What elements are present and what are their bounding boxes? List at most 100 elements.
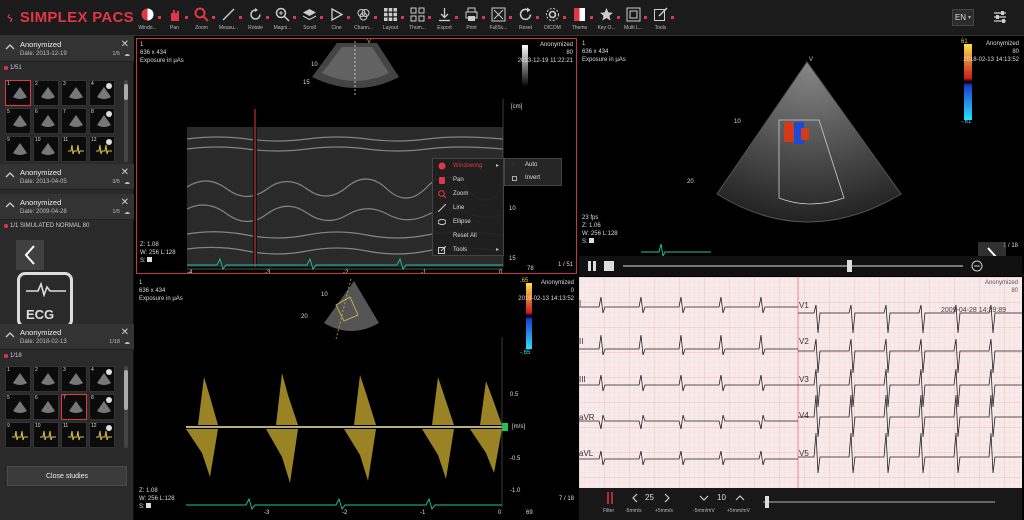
- scrollbar-thumb[interactable]: [124, 370, 128, 410]
- toolbar-button-tools[interactable]: Tools: [647, 2, 674, 36]
- ecg-scroll-handle[interactable]: [765, 496, 769, 508]
- sync-checkbox[interactable]: [589, 238, 595, 243]
- chevron-up-icon[interactable]: [5, 170, 15, 180]
- study-item[interactable]: Anonymized Date: 2013-04-05 ✕ 3/5 ☁: [0, 164, 134, 190]
- menu-item-reset-all[interactable]: Reset All: [433, 229, 503, 243]
- ecg-scroll-track[interactable]: [763, 501, 995, 503]
- series-thumbnail[interactable]: 2: [33, 80, 59, 106]
- series-thumbnail[interactable]: 9: [5, 136, 31, 162]
- play-icon[interactable]: [106, 425, 112, 431]
- language-select[interactable]: EN ▾: [952, 9, 974, 26]
- toolbar-button-export[interactable]: Export: [431, 2, 458, 36]
- submenu-item-auto[interactable]: Auto: [505, 159, 561, 172]
- series-thumbnail[interactable]: 2: [33, 366, 59, 392]
- toolbar-button-magnifier[interactable]: Magni...: [269, 2, 296, 36]
- thumbnail-scrollbar[interactable]: [124, 80, 128, 162]
- close-studies-button[interactable]: Close studies: [7, 466, 127, 486]
- toolbar-button-star[interactable]: Key O...: [593, 2, 620, 36]
- toolbar-button-reset[interactable]: Reset: [512, 2, 539, 36]
- series-thumbnail[interactable]: 7: [61, 394, 87, 420]
- close-icon[interactable]: ✕: [121, 327, 129, 338]
- series-thumbnail[interactable]: 3: [61, 80, 87, 106]
- study-header[interactable]: Anonymized Date: 2013-04-05 ✕ 3/5 ☁: [0, 164, 134, 190]
- chevron-up-icon[interactable]: [5, 42, 15, 52]
- study-item[interactable]: Anonymized Date: 2013-12-19 ✕ 1/5 ☁ 1/51: [0, 36, 134, 74]
- thumbnail-scrollbar[interactable]: [124, 366, 128, 448]
- series-thumbnail[interactable]: 6: [33, 394, 59, 420]
- toolbar-button-pan[interactable]: Pan: [161, 2, 188, 36]
- chevron-up-icon[interactable]: [5, 330, 15, 340]
- play-icon[interactable]: [106, 111, 112, 117]
- toolbar-button-thumbnails[interactable]: Thum...: [404, 2, 431, 36]
- menu-item-pan[interactable]: Pan: [433, 173, 503, 187]
- previous-arrow[interactable]: [16, 240, 44, 270]
- stop-icon[interactable]: [604, 261, 614, 271]
- study-header[interactable]: Anonymized Date: 2018-02-13 ✕ 1/18 ☁: [0, 324, 134, 350]
- study-item[interactable]: Anonymized Date: 2018-02-13 ✕ 1/18 ☁ 1/1…: [0, 324, 134, 362]
- ecg-thumbnail[interactable]: ECG: [17, 272, 73, 328]
- viewport-color-doppler[interactable]: 1 636 x 434 Exposure in µAs Anonymized 80 20…: [579, 38, 1022, 274]
- toolbar-button-print[interactable]: Print: [458, 2, 485, 36]
- play-icon[interactable]: [106, 139, 112, 145]
- menu-item-ellipse[interactable]: Ellipse: [433, 215, 503, 229]
- play-icon[interactable]: [106, 397, 112, 403]
- chevron-left-icon[interactable]: [631, 493, 639, 503]
- chevron-up-icon[interactable]: [5, 200, 15, 210]
- toolbar-button-zoom[interactable]: Zoom: [188, 2, 215, 36]
- settings-sliders-icon[interactable]: [992, 9, 1008, 25]
- close-icon[interactable]: ✕: [121, 167, 129, 178]
- series-thumbnail[interactable]: 3: [61, 366, 87, 392]
- pause-icon[interactable]: [587, 261, 597, 271]
- series-thumbnail[interactable]: 5: [5, 394, 31, 420]
- series-thumbnail[interactable]: 7: [61, 108, 87, 134]
- play-icon[interactable]: [106, 369, 112, 375]
- series-thumbnail[interactable]: 6: [33, 108, 59, 134]
- series-thumbnail[interactable]: 12: [89, 422, 115, 448]
- toolbar-button-measure[interactable]: Measu...: [215, 2, 242, 36]
- study-header[interactable]: Anonymized Date: 2013-12-19 ✕ 1/5 ☁: [0, 36, 134, 62]
- study-item[interactable]: Anonymized Date: 2009-04-28 ✕ 1/5 ☁ 1/1 …: [0, 194, 134, 232]
- speed-icon[interactable]: [971, 260, 983, 272]
- series-thumbnail[interactable]: 10: [33, 136, 59, 162]
- toolbar-button-multi-layout[interactable]: Multi L...: [620, 2, 647, 36]
- toolbar-button-scroll[interactable]: Scroll: [296, 2, 323, 36]
- menu-item-windowing[interactable]: Windowing ▸: [433, 159, 503, 173]
- series-thumbnail[interactable]: 5: [5, 108, 31, 134]
- viewport-ecg[interactable]: Anonymized 80 2009-04-28 14:39:89 I II II…: [579, 277, 1022, 520]
- series-thumbnail[interactable]: 12: [89, 136, 115, 162]
- filter-icon[interactable]: [605, 492, 615, 504]
- cine-progress-handle[interactable]: [847, 260, 852, 272]
- toolbar-button-layout[interactable]: Layout: [377, 2, 404, 36]
- toolbar-button-fullscreen[interactable]: FullSc...: [485, 2, 512, 36]
- menu-item-line[interactable]: Line: [433, 201, 503, 215]
- series-thumbnail[interactable]: 8: [89, 108, 115, 134]
- series-thumbnail[interactable]: 4: [89, 366, 115, 392]
- series-thumbnail[interactable]: 1: [5, 366, 31, 392]
- series-thumbnail[interactable]: 4: [89, 80, 115, 106]
- sync-checkbox[interactable]: [146, 503, 152, 508]
- series-thumbnail[interactable]: 1: [5, 80, 31, 106]
- study-header[interactable]: Anonymized Date: 2009-04-28 ✕ 1/5 ☁: [0, 194, 134, 220]
- cine-progress-track[interactable]: [623, 265, 963, 267]
- chevron-right-icon[interactable]: [663, 493, 671, 503]
- checkbox-icon[interactable]: [512, 176, 517, 181]
- toolbar-button-dicom[interactable]: DICOM: [539, 2, 566, 36]
- series-thumbnail[interactable]: 8: [89, 394, 115, 420]
- toolbar-button-rotate[interactable]: Rotate: [242, 2, 269, 36]
- play-icon[interactable]: [106, 83, 112, 89]
- submenu-item-invert[interactable]: Invert: [505, 172, 561, 185]
- close-icon[interactable]: ✕: [121, 39, 129, 50]
- chevron-up-icon[interactable]: [735, 494, 745, 502]
- chevron-down-icon[interactable]: [699, 494, 709, 502]
- series-thumbnail[interactable]: 9: [5, 422, 31, 448]
- toolbar-button-cine[interactable]: Cine: [323, 2, 350, 36]
- dropdown-caret-icon[interactable]: [671, 15, 674, 19]
- scrollbar-thumb[interactable]: [124, 84, 128, 100]
- menu-item-zoom[interactable]: Zoom: [433, 187, 503, 201]
- series-thumbnail[interactable]: 11: [61, 136, 87, 162]
- toolbar-button-channel[interactable]: Chann...: [350, 2, 377, 36]
- close-icon[interactable]: ✕: [121, 197, 129, 208]
- menu-item-tools[interactable]: Tools ▸: [433, 243, 503, 257]
- toolbar-button-windowing[interactable]: Windo...: [134, 2, 161, 36]
- viewport-mmode[interactable]: 1 636 x 434 Exposure in µAs Anonymized 80 20…: [136, 38, 577, 274]
